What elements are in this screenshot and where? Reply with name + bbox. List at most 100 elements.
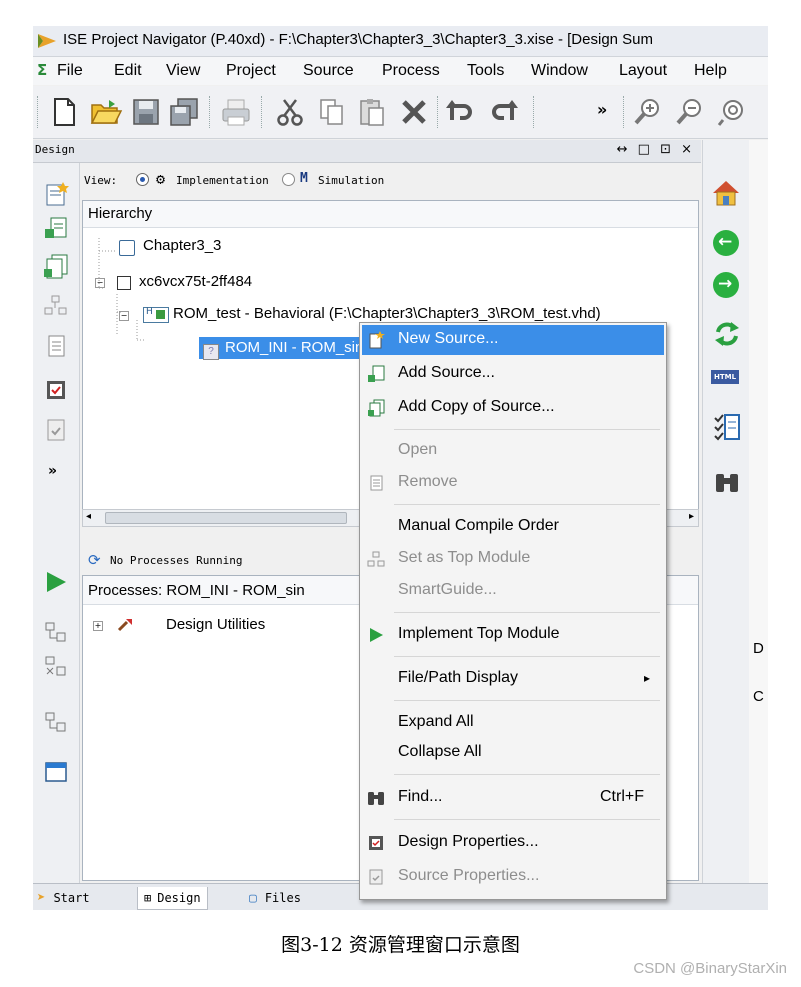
ise-logo-icon <box>38 34 56 48</box>
delete-icon[interactable] <box>397 96 431 128</box>
title-bar: ISE Project Navigator (P.40xd) - F:\Chap… <box>33 26 768 57</box>
menu-item-design-properties[interactable]: Design Properties... <box>362 828 664 858</box>
menu-item-set-top-module[interactable]: Set as Top Module <box>362 544 664 574</box>
scroll-thumb[interactable] <box>105 512 347 524</box>
process-design-utilities[interactable]: Design Utilities <box>166 616 265 633</box>
menu-item-new-source[interactable]: New Source... <box>362 325 664 355</box>
files-icon: ▢ <box>249 891 257 906</box>
toolbar-separator <box>623 96 626 128</box>
menu-item-file-path-display[interactable]: File/Path Display ▸ <box>362 664 664 694</box>
remove-source-icon[interactable] <box>43 333 69 359</box>
tab-files[interactable]: ▢ Files <box>249 887 301 909</box>
design-properties-icon[interactable] <box>43 377 69 403</box>
tab-start[interactable]: ➤ Start <box>37 887 90 909</box>
menu-item-add-source[interactable]: Add Source... <box>362 359 664 389</box>
new-file-icon[interactable] <box>47 96 81 128</box>
menu-item-implement-top-module[interactable]: Implement Top Module <box>362 620 664 650</box>
window-title: ISE Project Navigator (P.40xd) - F:\Chap… <box>63 31 654 48</box>
design-panel-header: Design ↔ □ ⊡ × <box>33 140 701 163</box>
rerun-all-icon[interactable] <box>43 709 69 735</box>
menu-separator <box>394 656 660 657</box>
start-icon: ➤ <box>37 890 46 906</box>
new-source-icon <box>369 331 385 349</box>
add-copy-icon[interactable] <box>43 253 69 279</box>
tree-node-rom-test[interactable]: ROM_test - Behavioral (F:\Chapter3\Chapt… <box>173 305 601 322</box>
save-icon[interactable] <box>129 96 163 128</box>
zoom-out-icon[interactable] <box>673 96 707 128</box>
zoom-in-icon[interactable] <box>631 96 665 128</box>
menu-item-collapse-all[interactable]: Collapse All <box>362 738 664 768</box>
menu-item-add-copy[interactable]: Add Copy of Source... <box>362 393 664 423</box>
collapse-toggle[interactable]: − <box>95 278 105 288</box>
toolbar-overflow-icon[interactable]: » <box>597 100 607 119</box>
menu-process[interactable]: Process <box>382 62 440 80</box>
add-source-icon[interactable] <box>43 215 69 241</box>
tab-design[interactable]: ⊞ Design <box>137 887 208 910</box>
menu-view[interactable]: View <box>166 62 200 80</box>
menu-item-smartguide[interactable]: SmartGuide... <box>362 576 664 606</box>
simulation-radio[interactable] <box>282 173 295 186</box>
design-panel-label: Design <box>35 143 75 156</box>
implementation-label: Implementation <box>176 174 269 187</box>
process-status-text: No Processes Running <box>110 554 243 567</box>
menu-project[interactable]: Project <box>226 62 276 80</box>
zoom-full-icon[interactable] <box>715 96 749 128</box>
menu-help[interactable]: Help <box>694 62 727 80</box>
tree-node-project[interactable]: Chapter3_3 <box>143 237 221 254</box>
scroll-left-icon[interactable]: ◂ <box>86 511 91 522</box>
panel-window-controls[interactable]: ↔ □ ⊡ × <box>617 142 695 157</box>
hierarchy-grid-icon[interactable] <box>43 293 69 319</box>
menu-item-manual-compile-order[interactable]: Manual Compile Order <box>362 512 664 542</box>
forward-arrow-icon[interactable]: → <box>713 272 739 298</box>
save-all-icon[interactable] <box>167 96 201 128</box>
menu-edit[interactable]: Edit <box>114 62 142 80</box>
clean-process-icon[interactable] <box>43 653 69 679</box>
simulation-label: Simulation <box>318 174 385 187</box>
new-source-icon[interactable] <box>43 181 69 207</box>
collapse-toggle[interactable]: − <box>119 311 129 321</box>
checklist-icon[interactable] <box>713 412 741 442</box>
scroll-right-icon[interactable]: ▸ <box>689 511 694 522</box>
menu-item-expand-all[interactable]: Expand All <box>362 708 664 738</box>
refresh-green-icon[interactable] <box>713 320 741 348</box>
menu-item-source-properties[interactable]: Source Properties... <box>362 862 664 892</box>
chip-properties-icon <box>369 836 383 850</box>
redo-icon[interactable] <box>487 96 521 128</box>
menu-file[interactable]: File <box>57 62 83 80</box>
find-shortcut: Ctrl+F <box>600 788 644 805</box>
home-icon[interactable] <box>711 178 741 208</box>
more-tools-icon[interactable]: » <box>48 463 57 479</box>
design-tab-icon: ⊞ <box>144 891 152 905</box>
back-arrow-icon[interactable]: ← <box>713 230 739 256</box>
html-report-icon[interactable]: HTML <box>711 370 739 384</box>
menu-item-open[interactable]: Open <box>362 436 664 466</box>
expand-toggle[interactable]: + <box>93 621 103 631</box>
source-properties-icon[interactable] <box>43 417 69 443</box>
rerun-icon[interactable] <box>43 619 69 645</box>
binoculars-icon <box>368 792 384 805</box>
menu-window[interactable]: Window <box>531 62 588 80</box>
menu-layout[interactable]: Layout <box>619 62 667 80</box>
toolbar-separator <box>437 96 440 128</box>
paste-icon[interactable] <box>355 96 389 128</box>
chip-icon <box>117 276 131 290</box>
copy-icon[interactable] <box>315 96 349 128</box>
undo-icon[interactable] <box>443 96 477 128</box>
open-folder-icon[interactable] <box>89 96 123 128</box>
cut-icon[interactable] <box>273 96 307 128</box>
menu-item-remove[interactable]: Remove <box>362 468 664 498</box>
binoculars-icon[interactable] <box>713 470 741 494</box>
tree-node-device[interactable]: xc6vcx75t-2ff484 <box>139 273 252 290</box>
toolbar-grip <box>37 96 40 128</box>
menu-item-find[interactable]: Find... Ctrl+F <box>362 783 664 813</box>
summary-pane-edge: D C <box>749 140 768 883</box>
print-icon[interactable] <box>219 96 253 128</box>
hierarchy-header: Hierarchy <box>83 201 698 228</box>
menu-tools[interactable]: Tools <box>467 62 504 80</box>
menu-source[interactable]: Source <box>303 62 354 80</box>
unknown-file-icon: ? <box>203 344 219 360</box>
run-process-icon[interactable] <box>43 569 69 595</box>
menu-separator <box>394 429 660 430</box>
implementation-radio[interactable] <box>136 173 149 186</box>
view-panel-icon[interactable] <box>43 759 69 785</box>
